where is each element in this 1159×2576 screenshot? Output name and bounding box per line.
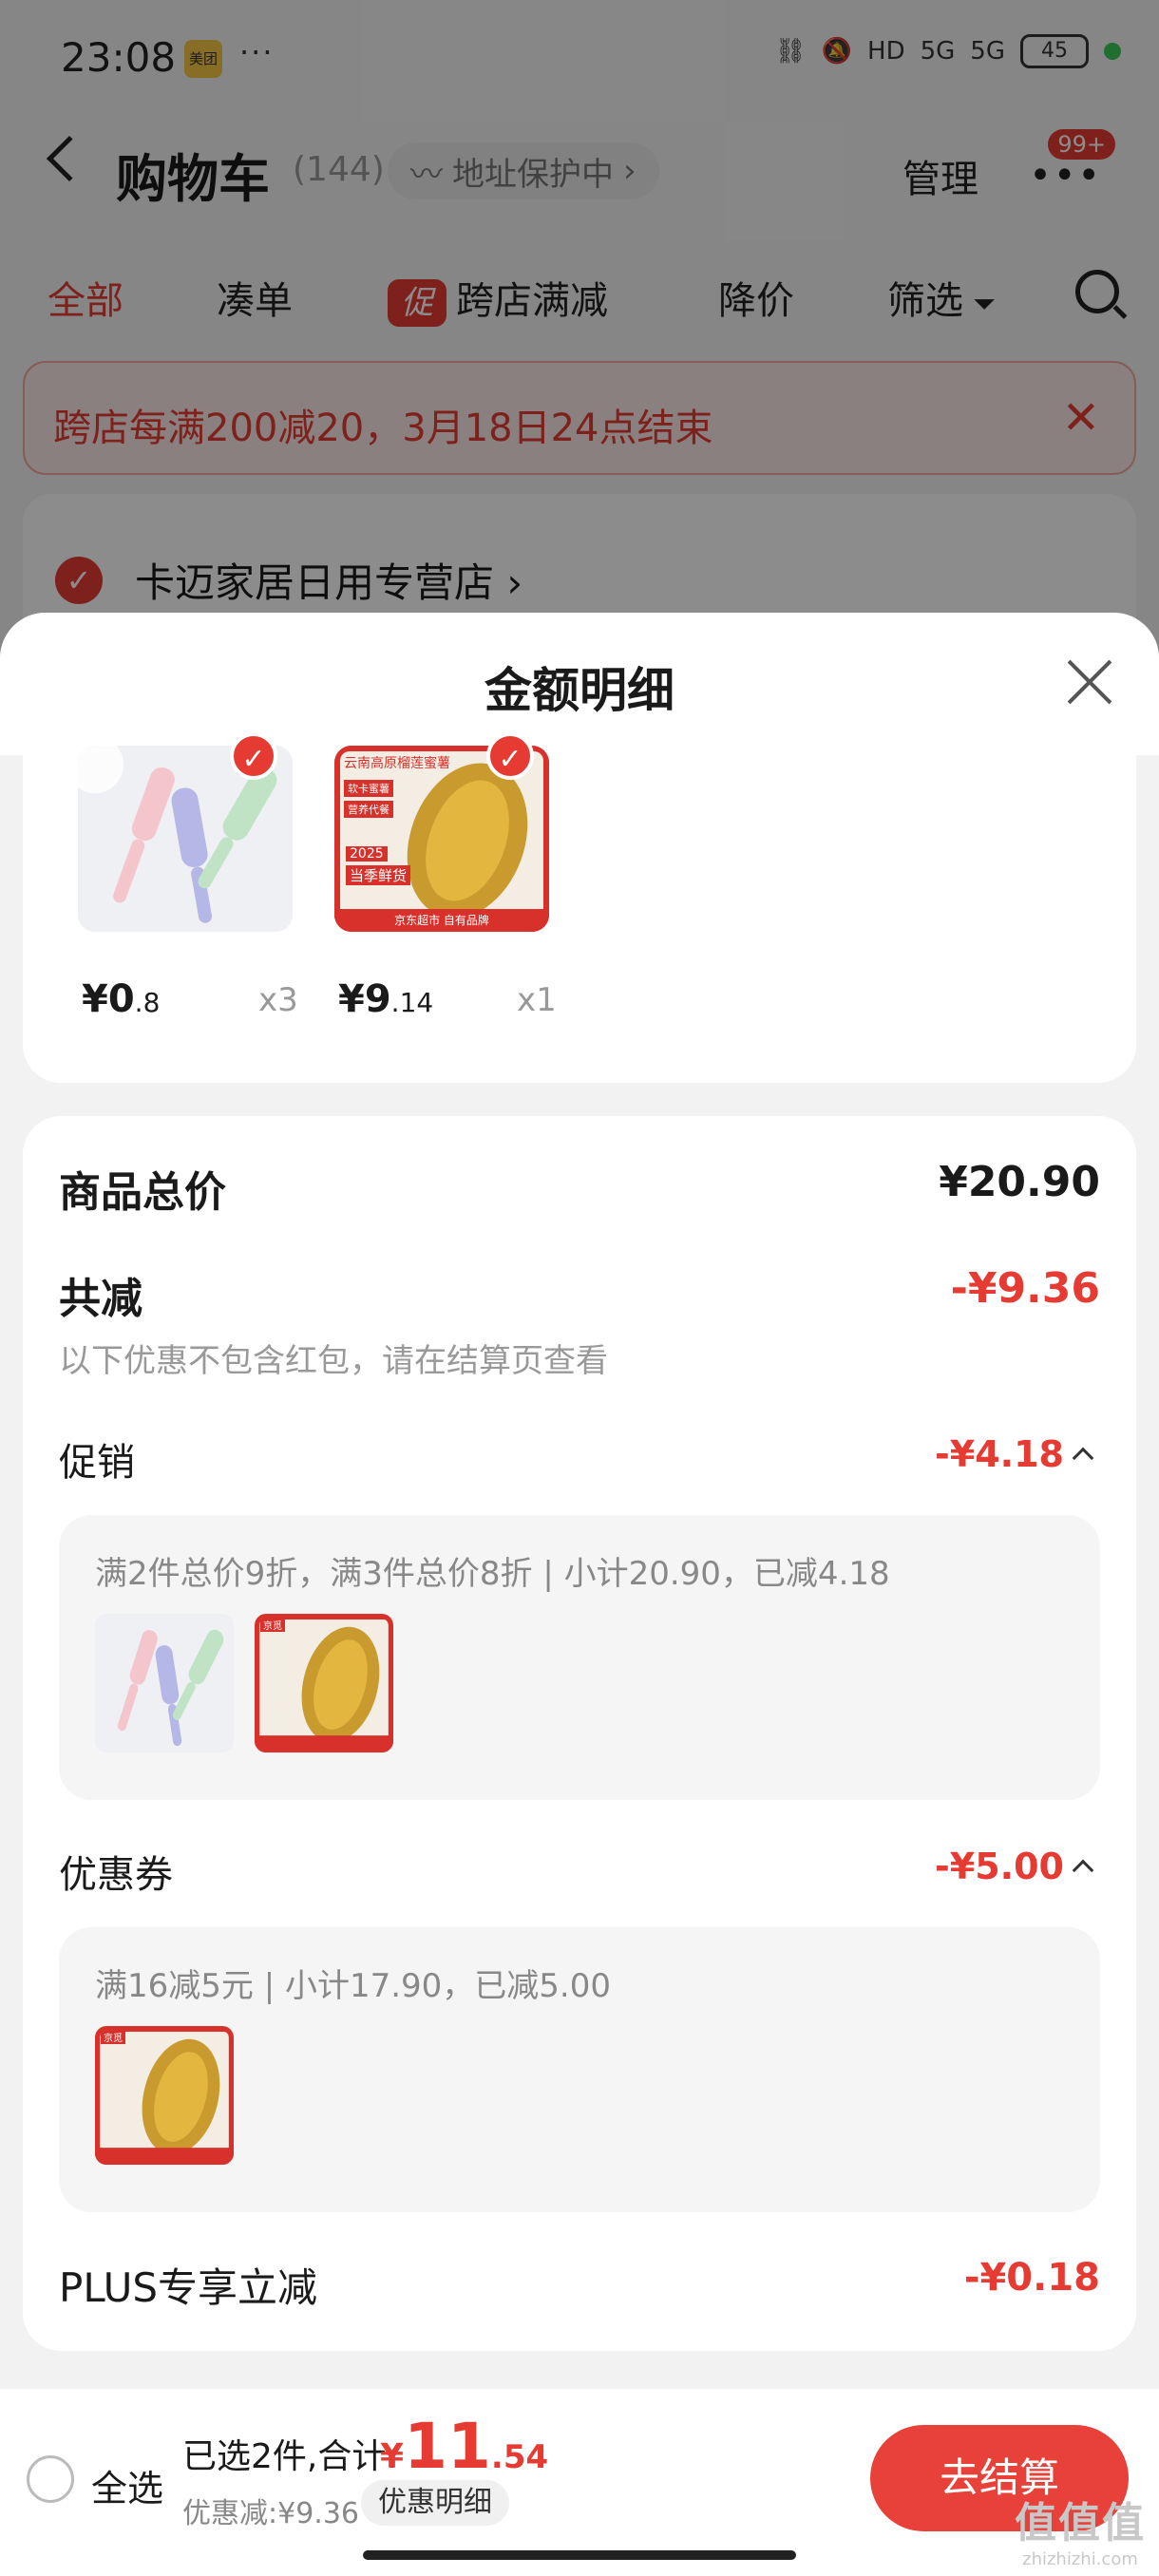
jd-logo-text: 京觅 [260, 1618, 285, 1632]
hair-brush-thumbnail [95, 1614, 234, 1752]
coupon-label: 优惠券 [59, 1853, 173, 1897]
plus-value: -¥0.18 [963, 2256, 1100, 2300]
total-reduction-label: 共减 [59, 1275, 142, 1323]
coupon-detail-text: 满16减5元 | 小计17.90，已减5.00 [95, 1967, 612, 2005]
home-indicator[interactable] [363, 2550, 796, 2560]
hair-brush-thumb-svg [95, 1614, 234, 1752]
discount-detail-button[interactable]: 优惠明细 [361, 2480, 509, 2526]
sweet-potato-thumbnail: 京觅 [255, 1614, 393, 1752]
coupon-detail-box: 满16减5元 | 小计17.90，已减5.00 京觅 [59, 1927, 1100, 2212]
chevron-up-icon [1072, 1447, 1094, 1469]
product-item[interactable]: ✓ [78, 732, 293, 932]
promo-detail-box: 满2件总价9折，满3件总价8折 | 小计20.90，已减4.18 京觅 [59, 1515, 1100, 1800]
watermark: 值值值 zhizhizhi.com [1015, 2489, 1146, 2569]
chevron-up-icon [1072, 1859, 1094, 1882]
sweet-potato-thumb-svg [95, 2026, 234, 2165]
promo-detail-text: 满2件总价9折，满3件总价8折 | 小计20.90，已减4.18 [95, 1555, 890, 1593]
total-reduction-value: -¥9.36 [950, 1264, 1100, 1313]
sheet-header: 金额明细 [0, 613, 1159, 755]
total-price-value: ¥20.90 [939, 1158, 1100, 1206]
checkmark-icon: ✓ [486, 732, 534, 780]
potato-image-tag: 营养代餐 [344, 801, 393, 818]
product-qty: x3 [258, 981, 298, 1019]
total-yen: ¥ [380, 2437, 405, 2476]
potato-image-season: 当季鲜货 [346, 865, 411, 885]
checkmark-icon: ✓ [230, 732, 277, 780]
total-cents: .54 [490, 2438, 549, 2476]
promo-toggle[interactable]: -¥4.18 [935, 1433, 1094, 1475]
watermark-url: zhizhizhi.com [1022, 2549, 1138, 2569]
discount-summary: 优惠减:¥9.36 [182, 2497, 359, 2530]
product-price: ¥0.8 [82, 977, 160, 1021]
product-qty: x1 [517, 981, 557, 1019]
promo-value: -¥4.18 [935, 1433, 1064, 1475]
sweet-potato-thumbnail: 京觅 [95, 2026, 234, 2165]
reduction-note: 以下优惠不包含红包，请在结算页查看 [59, 1342, 608, 1380]
promo-label: 促销 [59, 1441, 135, 1485]
amount-breakdown-card: 商品总价 ¥20.90 共减 -¥9.36 以下优惠不包含红包，请在结算页查看 … [23, 1116, 1136, 2351]
product-price-dec: .14 [390, 987, 434, 1018]
jd-logo-text: 京觅 [101, 2030, 125, 2044]
total-price-label: 商品总价 [59, 1168, 226, 1217]
coupon-value: -¥5.00 [935, 1846, 1064, 1887]
potato-image-year: 2025 [346, 846, 388, 862]
potato-image-title: 云南高原榴莲蜜薯 [344, 756, 450, 771]
select-all-label[interactable]: 全选 [91, 2459, 163, 2511]
selected-summary: 已选2件,合计: [182, 2437, 398, 2476]
selected-products-card: ✓ ¥0.8 x3 云南高原榴莲蜜薯 软卡蜜薯 营养代餐 2025 当季鲜货 京… [23, 732, 1136, 1083]
product-price: ¥9.14 [338, 977, 433, 1021]
potato-image-tag: 软卡蜜薯 [344, 780, 393, 797]
product-price-dec: .8 [134, 987, 161, 1018]
product-price-int: ¥9 [338, 977, 391, 1021]
amount-detail-sheet: 金额明细 ✓ ¥0.8 x3 云南高原榴莲蜜薯 软卡蜜薯 营养代餐 2025 当… [0, 613, 1159, 2576]
product-price-int: ¥0 [82, 977, 135, 1021]
select-all-checkbox[interactable] [27, 2455, 74, 2503]
sheet-title: 金额明细 [484, 663, 674, 718]
total-integer: 11 [404, 2410, 491, 2483]
total-amount: ¥11.54 [380, 2410, 548, 2483]
checkout-bar: 全选 已选2件,合计: ¥11.54 优惠减:¥9.36 优惠明细 去结算 [0, 2389, 1159, 2576]
watermark-logo: 值值值 [1015, 2499, 1146, 2548]
product-item[interactable]: 云南高原榴莲蜜薯 软卡蜜薯 营养代餐 2025 当季鲜货 京东超市 自有品牌 ✓ [334, 732, 549, 932]
close-icon[interactable] [1064, 656, 1115, 708]
coupon-toggle[interactable]: -¥5.00 [935, 1846, 1094, 1887]
sweet-potato-thumb-svg [255, 1614, 393, 1752]
potato-image-footer: 京东超市 自有品牌 [394, 914, 489, 927]
plus-label: PLUS专享立减 [59, 2264, 318, 2311]
